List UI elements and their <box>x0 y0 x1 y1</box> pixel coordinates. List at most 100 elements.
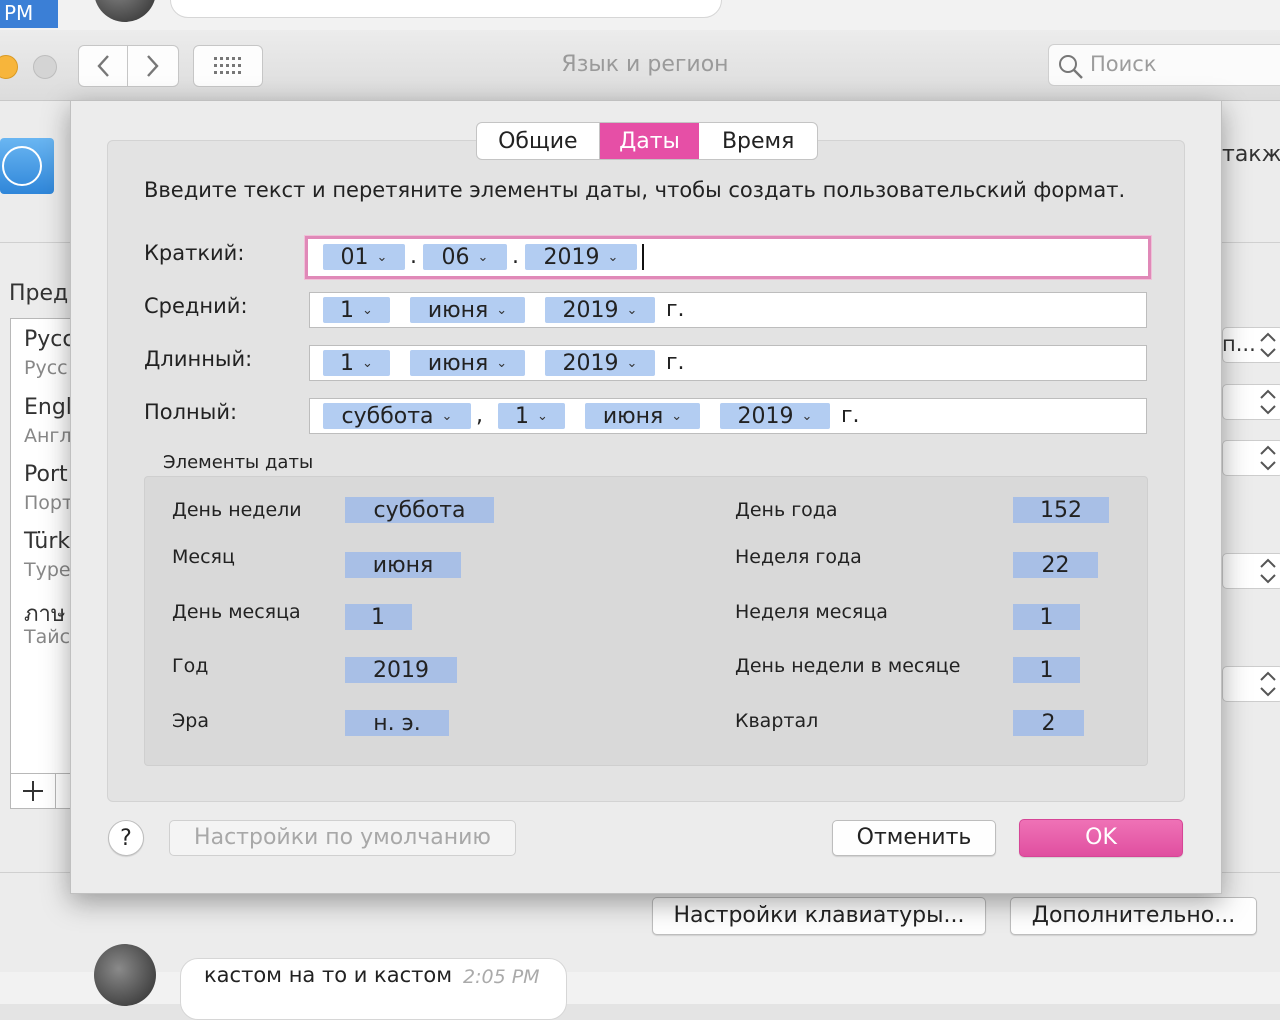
element-weekday-in-month[interactable]: 1 <box>1013 657 1080 683</box>
preferred-languages-label: Пред <box>9 281 69 306</box>
long-month-token[interactable]: июня ⌄ <box>410 350 525 376</box>
token-text: июня <box>602 403 664 429</box>
chevron-left-icon <box>97 55 109 77</box>
element-label: День недели <box>172 499 302 521</box>
chevron-down-icon: ⌄ <box>671 408 683 424</box>
long-year-token[interactable]: 2019 ⌄ <box>545 350 655 376</box>
zoom-button[interactable] <box>33 55 57 79</box>
list-item[interactable]: Türk <box>24 529 70 554</box>
element-week-of-month[interactable]: 1 <box>1013 604 1080 630</box>
updown-icon <box>1260 445 1276 471</box>
list-item-sub: Туре <box>24 559 71 581</box>
region-popup-value: п... <box>1222 332 1256 356</box>
element-label: Эра <box>172 710 209 732</box>
element-era[interactable]: н. э. <box>345 710 449 736</box>
long-day-token[interactable]: 1 ⌄ <box>323 350 390 376</box>
avatar <box>94 944 156 1006</box>
element-label: Неделя месяца <box>735 601 888 623</box>
tab-general[interactable]: Общие <box>477 123 600 159</box>
date-elements-title: Элементы даты <box>163 452 314 473</box>
background-description: также <box>1222 142 1280 167</box>
add-language-button[interactable] <box>10 773 56 809</box>
show-all-button[interactable] <box>193 45 263 87</box>
help-button[interactable]: ? <box>108 820 144 856</box>
token-text: 1 <box>515 403 530 429</box>
medium-format-label: Средний: <box>144 294 248 318</box>
chat-bubble <box>170 0 722 18</box>
updown-icon <box>1260 558 1276 584</box>
token-text: 01 <box>340 244 369 270</box>
globe-icon <box>2 146 42 186</box>
keyboard-settings-button[interactable]: Настройки клавиатуры... <box>652 897 986 935</box>
tab-bar: Общие Даты Время <box>476 122 818 160</box>
full-weekday-token[interactable]: суббота ⌄ <box>323 403 471 429</box>
back-button[interactable] <box>78 45 128 87</box>
search-icon <box>1059 55 1083 79</box>
element-day-of-year[interactable]: 152 <box>1013 497 1109 523</box>
token-text: июня <box>427 350 489 376</box>
element-label: Квартал <box>735 710 819 732</box>
chevron-down-icon: ⌄ <box>362 355 373 371</box>
grid-icon <box>214 57 241 74</box>
forward-button[interactable] <box>127 45 179 87</box>
updown-icon <box>1260 389 1276 415</box>
list-item-sub: Русс <box>24 357 68 379</box>
list-item-sub: Тайс <box>24 626 71 648</box>
separator: . <box>410 244 417 269</box>
short-month-token[interactable]: 06 ⌄ <box>423 244 507 270</box>
full-day-token[interactable]: 1 ⌄ <box>498 403 565 429</box>
tab-dates[interactable]: Даты <box>599 123 700 159</box>
list-item-sub: Англ <box>24 425 72 447</box>
chevron-down-icon: ⌄ <box>496 302 508 318</box>
element-label: Неделя года <box>735 546 862 568</box>
element-label: День года <box>735 499 838 521</box>
list-item[interactable]: Engl <box>24 395 72 420</box>
full-format-label: Полный: <box>144 400 238 424</box>
chevron-down-icon: ⌄ <box>626 355 638 371</box>
list-item[interactable]: Русс <box>24 327 74 352</box>
medium-year-token[interactable]: 2019 ⌄ <box>545 297 655 323</box>
token-text: июня <box>427 297 489 323</box>
full-year-token[interactable]: 2019 ⌄ <box>720 403 830 429</box>
window-title: Язык и регион <box>561 52 729 77</box>
medium-month-token[interactable]: июня ⌄ <box>410 297 525 323</box>
year-suffix: г. <box>666 297 685 322</box>
short-day-token[interactable]: 01 ⌄ <box>323 244 405 270</box>
chat-time-label: PM <box>0 0 58 28</box>
chevron-down-icon: ⌄ <box>626 302 638 318</box>
element-label: Месяц <box>172 546 235 568</box>
year-suffix: г. <box>841 403 860 428</box>
list-item[interactable]: Port <box>24 462 68 487</box>
token-text: 2019 <box>737 403 794 429</box>
long-format-label: Длинный: <box>144 347 253 371</box>
element-weekday[interactable]: суббота <box>345 497 494 523</box>
chevron-down-icon: ⌄ <box>537 408 548 424</box>
element-label: Год <box>172 655 209 677</box>
token-text: 1 <box>340 297 355 323</box>
element-week-of-year[interactable]: 22 <box>1013 552 1098 578</box>
element-year[interactable]: 2019 <box>345 657 457 683</box>
chat-message-time: 2:05 PM <box>463 966 540 988</box>
element-day-of-month[interactable]: 1 <box>345 604 412 630</box>
chat-message-text: кастом на то и кастом <box>204 963 453 987</box>
full-month-token[interactable]: июня ⌄ <box>585 403 700 429</box>
chevron-down-icon: ⌄ <box>376 249 388 265</box>
separator: . <box>512 244 519 269</box>
token-text: 1 <box>340 350 355 376</box>
separator: , <box>476 403 483 428</box>
restore-defaults-button[interactable]: Настройки по умолчанию <box>169 820 516 856</box>
medium-day-token[interactable]: 1 ⌄ <box>323 297 390 323</box>
ok-button[interactable]: OK <box>1019 819 1183 857</box>
instruction-text: Введите текст и перетяните элементы даты… <box>144 178 1126 202</box>
chevron-down-icon: ⌄ <box>801 408 813 424</box>
tab-time[interactable]: Время <box>699 123 817 159</box>
list-item-sub: Порт <box>24 492 74 514</box>
advanced-button[interactable]: Дополнительно... <box>1010 897 1257 935</box>
updown-icon <box>1260 332 1276 358</box>
cancel-button[interactable]: Отменить <box>832 820 996 856</box>
short-year-token[interactable]: 2019 ⌄ <box>525 244 637 270</box>
token-text: 2019 <box>562 297 619 323</box>
element-month[interactable]: июня <box>345 552 461 578</box>
chevron-down-icon: ⌄ <box>477 249 489 265</box>
element-quarter[interactable]: 2 <box>1013 710 1084 736</box>
